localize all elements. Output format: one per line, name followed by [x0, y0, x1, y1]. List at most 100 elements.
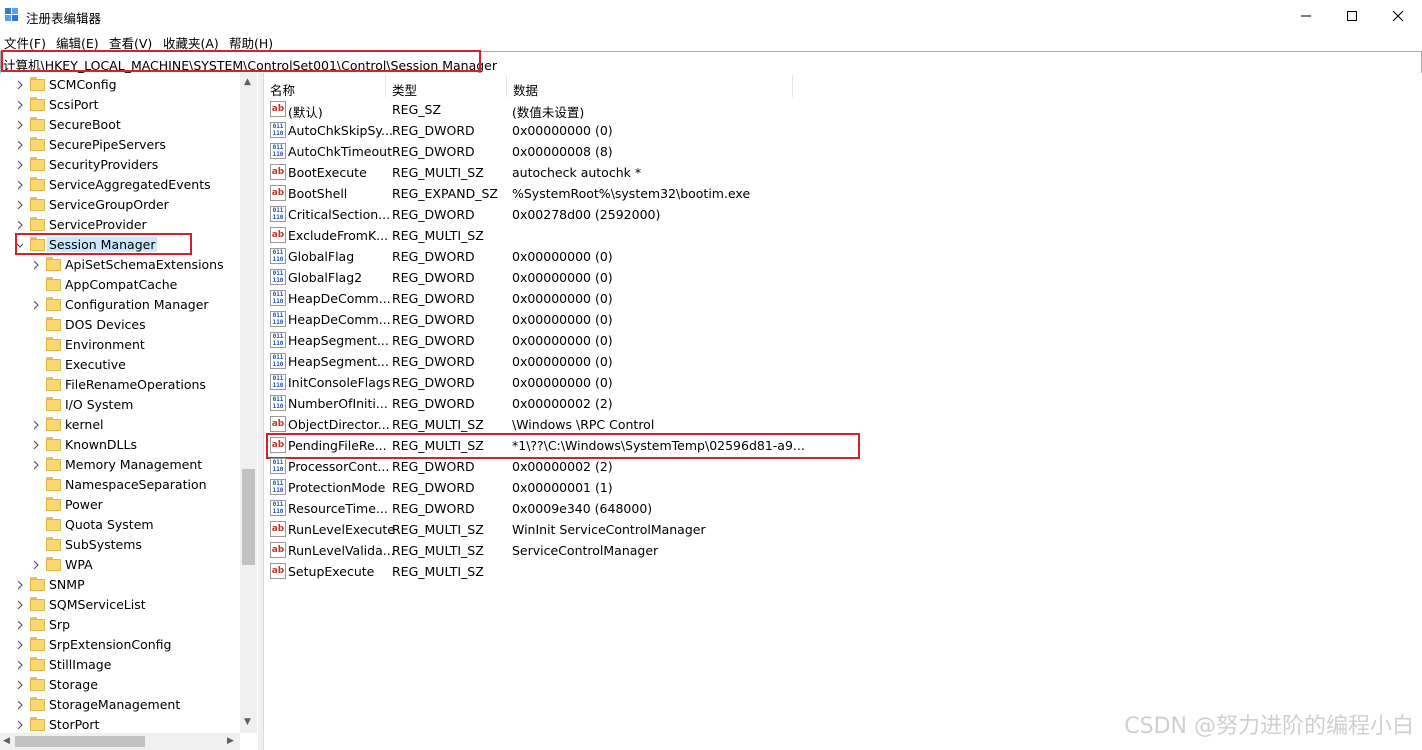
maximize-button[interactable]: [1329, 0, 1375, 31]
value-row[interactable]: 011 110 HeapSegment... REG_DWORD 0x00000000 …: [264, 330, 1164, 351]
tree-item[interactable]: AppCompatCache: [0, 275, 240, 295]
tree-item[interactable]: SubSystems: [0, 535, 240, 555]
column-header-type[interactable]: 类型: [386, 73, 506, 99]
tree-item[interactable]: I/O System: [0, 395, 240, 415]
value-row[interactable]: 011 110 ProtectionMode REG_DWORD 0x00000001 …: [264, 477, 1164, 498]
tree-item[interactable]: ServiceAggregatedEvents: [0, 175, 240, 195]
tree-item[interactable]: ApiSetSchemaExtensions: [0, 255, 240, 275]
address-bar[interactable]: 计算机\HKEY_LOCAL_MACHINE\SYSTEM\ControlSet…: [0, 51, 1422, 74]
tree-item[interactable]: Executive: [0, 355, 240, 375]
close-button[interactable]: [1375, 0, 1421, 31]
value-row[interactable]: 011 110 CriticalSection... REG_DWORD 0x00278…: [264, 204, 1164, 225]
chevron-right-icon[interactable]: [15, 140, 23, 150]
column-divider[interactable]: [792, 75, 793, 97]
scroll-thumb[interactable]: [242, 469, 255, 565]
chevron-right-icon[interactable]: [15, 720, 23, 730]
value-row[interactable]: ab BootExecute REG_MULTI_SZ autocheck autoc…: [264, 162, 1164, 183]
value-row[interactable]: ab ObjectDirector... REG_MULTI_SZ \Windows …: [264, 414, 1164, 435]
chevron-right-icon[interactable]: [15, 120, 23, 130]
tree-item[interactable]: StorPort: [0, 715, 240, 735]
chevron-right-icon[interactable]: [31, 460, 39, 470]
tree-item[interactable]: SCMConfig: [0, 75, 240, 95]
chevron-right-icon[interactable]: [31, 260, 39, 270]
tree-item[interactable]: SrpExtensionConfig: [0, 635, 240, 655]
value-row[interactable]: 011 110 GlobalFlag REG_DWORD 0x00000000 (0): [264, 246, 1164, 267]
value-row[interactable]: ab PendingFileRe... REG_MULTI_SZ *1\??\C:\W…: [264, 435, 1164, 456]
chevron-right-icon[interactable]: [31, 560, 39, 570]
tree-item[interactable]: SNMP: [0, 575, 240, 595]
chevron-right-icon[interactable]: [15, 680, 23, 690]
minimize-button[interactable]: [1283, 0, 1329, 31]
chevron-right-icon[interactable]: [15, 700, 23, 710]
value-row[interactable]: 011 110 HeapDeComm... REG_DWORD 0x00000000 (…: [264, 309, 1164, 330]
value-row[interactable]: 011 110 AutoChkSkipSy... REG_DWORD 0x0000000…: [264, 120, 1164, 141]
chevron-right-icon[interactable]: [31, 300, 39, 310]
chevron-right-icon[interactable]: [15, 620, 23, 630]
menu-view[interactable]: 查看(V): [109, 33, 152, 52]
chevron-right-icon[interactable]: [15, 200, 23, 210]
tree-item[interactable]: ServiceProvider: [0, 215, 240, 235]
scroll-up-icon[interactable]: ▲: [244, 77, 251, 87]
chevron-right-icon[interactable]: [15, 160, 23, 170]
tree-item[interactable]: ServiceGroupOrder: [0, 195, 240, 215]
menu-file[interactable]: 文件(F): [4, 33, 46, 52]
chevron-right-icon[interactable]: [31, 420, 39, 430]
tree-item[interactable]: Session Manager: [0, 235, 240, 255]
tree-item[interactable]: DOS Devices: [0, 315, 240, 335]
tree-item[interactable]: FileRenameOperations: [0, 375, 240, 395]
value-row[interactable]: ab BootShell REG_EXPAND_SZ %SystemRoot%\sys…: [264, 183, 1164, 204]
value-row[interactable]: ab (默认) REG_SZ (数值未设置): [264, 99, 1164, 120]
value-row[interactable]: 011 110 NumberOfIniti... REG_DWORD 0x0000000…: [264, 393, 1164, 414]
value-row[interactable]: 011 110 ResourceTime... REG_DWORD 0x0009e340…: [264, 498, 1164, 519]
tree-item[interactable]: WPA: [0, 555, 240, 575]
tree-item[interactable]: Power: [0, 495, 240, 515]
address-path[interactable]: 计算机\HKEY_LOCAL_MACHINE\SYSTEM\ControlSet…: [3, 55, 497, 74]
hscroll-thumb[interactable]: [15, 736, 145, 747]
tree-item[interactable]: Srp: [0, 615, 240, 635]
value-row[interactable]: ab RunLevelValida... REG_MULTI_SZ ServiceCo…: [264, 540, 1164, 561]
tree-item[interactable]: KnownDLLs: [0, 435, 240, 455]
chevron-right-icon[interactable]: [15, 660, 23, 670]
chevron-right-icon[interactable]: [15, 220, 23, 230]
value-row[interactable]: 011 110 AutoChkTimeout REG_DWORD 0x00000008 …: [264, 141, 1164, 162]
column-header-name[interactable]: 名称: [264, 73, 384, 99]
tree-item[interactable]: SecurePipeServers: [0, 135, 240, 155]
chevron-down-icon[interactable]: [15, 240, 23, 250]
value-row[interactable]: 011 110 ProcessorCont... REG_DWORD 0x0000000…: [264, 456, 1164, 477]
scroll-left-icon[interactable]: ◀: [3, 736, 10, 746]
tree-item[interactable]: kernel: [0, 415, 240, 435]
chevron-right-icon[interactable]: [15, 100, 23, 110]
chevron-right-icon[interactable]: [15, 640, 23, 650]
chevron-right-icon[interactable]: [15, 580, 23, 590]
value-row[interactable]: 011 110 HeapDeComm... REG_DWORD 0x00000000 (…: [264, 288, 1164, 309]
chevron-right-icon[interactable]: [15, 80, 23, 90]
tree-item[interactable]: SecureBoot: [0, 115, 240, 135]
menu-help[interactable]: 帮助(H): [229, 33, 273, 52]
menu-edit[interactable]: 编辑(E): [56, 33, 99, 52]
tree-item[interactable]: NamespaceSeparation: [0, 475, 240, 495]
tree-item[interactable]: Memory Management: [0, 455, 240, 475]
tree-item[interactable]: StorageManagement: [0, 695, 240, 715]
column-header-data[interactable]: 数据: [507, 73, 792, 99]
chevron-right-icon[interactable]: [31, 440, 39, 450]
tree-item[interactable]: StillImage: [0, 655, 240, 675]
tree-item[interactable]: Quota System: [0, 515, 240, 535]
scroll-down-icon[interactable]: ▼: [244, 717, 251, 727]
tree-item[interactable]: ScsiPort: [0, 95, 240, 115]
tree-item[interactable]: Storage: [0, 675, 240, 695]
tree-horizontal-scrollbar[interactable]: ◀ ▶: [0, 733, 240, 750]
chevron-right-icon[interactable]: [15, 600, 23, 610]
tree-item[interactable]: SecurityProviders: [0, 155, 240, 175]
menu-favorites[interactable]: 收藏夹(A): [163, 33, 219, 52]
tree-item[interactable]: SQMServiceList: [0, 595, 240, 615]
value-row[interactable]: ab SetupExecute REG_MULTI_SZ: [264, 561, 1164, 582]
value-row[interactable]: 011 110 InitConsoleFlags REG_DWORD 0x0000000…: [264, 372, 1164, 393]
scroll-right-icon[interactable]: ▶: [227, 736, 234, 746]
value-row[interactable]: 011 110 HeapSegment... REG_DWORD 0x00000000 …: [264, 351, 1164, 372]
value-row[interactable]: ab RunLevelExecute REG_MULTI_SZ WinInit Ser…: [264, 519, 1164, 540]
tree-item[interactable]: Configuration Manager: [0, 295, 240, 315]
tree-vertical-scrollbar[interactable]: ▲ ▼: [240, 73, 257, 733]
chevron-right-icon[interactable]: [15, 180, 23, 190]
value-row[interactable]: ab ExcludeFromK... REG_MULTI_SZ: [264, 225, 1164, 246]
tree-item[interactable]: Environment: [0, 335, 240, 355]
